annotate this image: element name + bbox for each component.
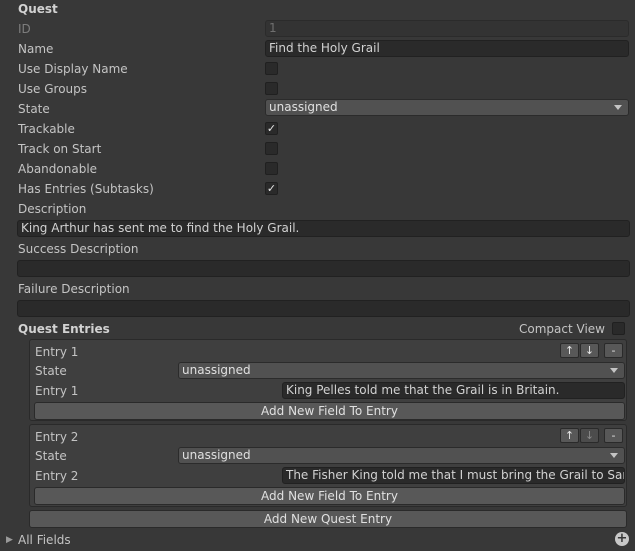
has-entries-label: Has Entries (Subtasks) bbox=[18, 182, 154, 196]
entry-text-field[interactable]: King Pelles told me that the Grail is in… bbox=[282, 382, 625, 399]
compact-view-label: Compact View bbox=[519, 322, 605, 336]
entry-text-field[interactable]: The Fisher King told me that I must brin… bbox=[282, 467, 625, 484]
entry-state-value: unassigned bbox=[182, 448, 251, 462]
remove-entry-button[interactable]: - bbox=[604, 343, 623, 358]
entry-title: Entry 1 bbox=[35, 345, 79, 359]
trackable-checkbox[interactable]: ✓ bbox=[265, 122, 278, 135]
use-groups-label: Use Groups bbox=[18, 82, 88, 96]
plus-circle-icon[interactable]: + bbox=[615, 532, 629, 546]
remove-entry-button[interactable]: - bbox=[604, 428, 623, 443]
entry-state-dropdown[interactable]: unassigned bbox=[178, 447, 625, 464]
failure-description-field[interactable] bbox=[17, 300, 630, 317]
chevron-down-icon bbox=[610, 368, 618, 373]
id-field: 1 bbox=[265, 20, 629, 37]
failure-description-label: Failure Description bbox=[18, 282, 130, 296]
name-label: Name bbox=[18, 42, 54, 56]
track-on-start-checkbox[interactable] bbox=[265, 142, 278, 155]
add-quest-entry-button[interactable]: Add New Quest Entry bbox=[29, 510, 627, 528]
track-on-start-label: Track on Start bbox=[18, 142, 102, 156]
move-up-button[interactable]: ↑ bbox=[560, 428, 579, 443]
entry-text-label: Entry 2 bbox=[35, 469, 79, 483]
chevron-down-icon bbox=[614, 105, 622, 110]
add-field-to-entry-button[interactable]: Add New Field To Entry bbox=[34, 487, 625, 505]
all-fields-label[interactable]: All Fields bbox=[18, 532, 71, 548]
move-up-button[interactable]: ↑ bbox=[560, 343, 579, 358]
use-display-name-label: Use Display Name bbox=[18, 62, 128, 76]
trackable-label: Trackable bbox=[18, 122, 75, 136]
foldout-arrow-icon[interactable]: ▶ bbox=[6, 532, 13, 548]
name-field[interactable]: Find the Holy Grail bbox=[265, 40, 629, 57]
description-field[interactable]: King Arthur has sent me to find the Holy… bbox=[17, 220, 630, 237]
entry-panel: Entry 2 ↑ ↓ - State unassigned Entry 2 T… bbox=[29, 424, 627, 507]
success-description-field[interactable] bbox=[17, 260, 630, 277]
entry-panel: Entry 1 ↑ ↓ - State unassigned Entry 1 K… bbox=[29, 339, 627, 421]
abandonable-checkbox[interactable] bbox=[265, 162, 278, 175]
use-groups-checkbox[interactable] bbox=[265, 82, 278, 95]
use-display-name-checkbox[interactable] bbox=[265, 62, 278, 75]
add-field-to-entry-button[interactable]: Add New Field To Entry bbox=[34, 402, 625, 420]
has-entries-checkbox[interactable]: ✓ bbox=[265, 182, 278, 195]
description-label: Description bbox=[18, 202, 87, 216]
chevron-down-icon bbox=[610, 453, 618, 458]
checkmark-icon: ✓ bbox=[266, 182, 277, 195]
state-dropdown-value: unassigned bbox=[269, 100, 338, 114]
entry-state-value: unassigned bbox=[182, 363, 251, 377]
abandonable-label: Abandonable bbox=[18, 162, 98, 176]
state-dropdown[interactable]: unassigned bbox=[265, 99, 629, 116]
id-label: ID bbox=[18, 22, 31, 36]
quest-entries-header: Quest Entries bbox=[18, 322, 110, 336]
entry-text-label: Entry 1 bbox=[35, 384, 79, 398]
move-down-button[interactable]: ↓ bbox=[580, 343, 599, 358]
entry-state-label: State bbox=[35, 364, 67, 378]
entry-title: Entry 2 bbox=[35, 430, 79, 444]
entry-state-label: State bbox=[35, 449, 67, 463]
checkmark-icon: ✓ bbox=[266, 122, 277, 135]
move-down-button[interactable]: ↓ bbox=[580, 428, 599, 443]
entry-state-dropdown[interactable]: unassigned bbox=[178, 362, 625, 379]
quest-header: Quest bbox=[18, 2, 58, 16]
success-description-label: Success Description bbox=[18, 242, 139, 256]
state-label: State bbox=[18, 102, 50, 116]
compact-view-checkbox[interactable] bbox=[612, 322, 625, 335]
